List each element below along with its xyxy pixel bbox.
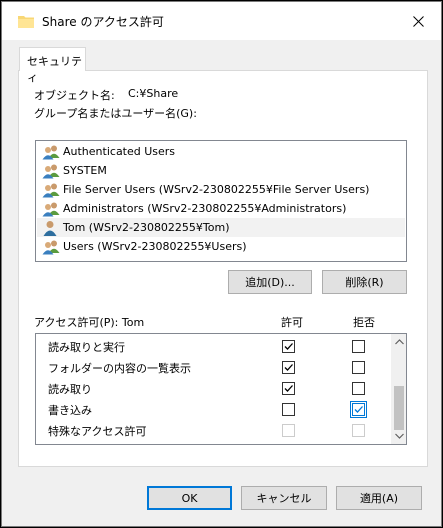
check-icon [354,406,363,413]
permission-row-special: 特殊なアクセス許可 [36,420,392,441]
allow-checkbox[interactable] [282,403,295,416]
user-icon [43,220,57,236]
title-bar: Share のアクセス許可 [2,2,441,40]
scrollbar-thumb[interactable] [394,386,404,430]
list-item-file-server-users[interactable]: File Server Users (WSrv2-230802255¥File … [37,180,405,199]
permission-name: フォルダーの内容の一覧表示 [48,362,191,375]
allow-checkbox[interactable] [282,361,295,374]
apply-button[interactable]: 適用(A) [336,486,422,510]
tab-security[interactable]: セキュリティ [19,47,86,84]
permission-name: 書き込み [48,404,92,417]
window-title: Share のアクセス許可 [42,15,164,29]
close-icon [412,15,424,27]
permission-name: 読み取りと実行 [48,341,125,354]
permission-row-read-execute: 読み取りと実行 [36,336,392,357]
user-group-icon [42,164,60,178]
permission-row-list-folder: フォルダーの内容の一覧表示 [36,357,392,378]
allow-checkbox[interactable] [282,382,295,395]
scroll-up-button[interactable] [391,334,406,350]
user-group-icon [42,183,60,197]
check-icon [284,343,293,350]
list-item-label: Authenticated Users [63,145,176,158]
deny-column-header: 拒否 [353,316,375,329]
close-button[interactable] [395,2,441,40]
chevron-up-icon [394,339,404,345]
list-item-system[interactable]: SYSTEM [37,161,405,180]
permissions-list[interactable]: 読み取りと実行 フォルダーの内容の一覧表示 読み取り 書き込み 特殊なアクセス許… [35,333,407,445]
deny-checkbox [352,424,365,437]
allow-checkbox[interactable] [282,340,295,353]
remove-button[interactable]: 削除(R) [322,270,407,294]
deny-checkbox[interactable] [352,382,365,395]
object-name-label: オブジェクト名: [34,89,115,102]
scroll-down-button[interactable] [391,428,406,444]
deny-checkbox[interactable] [352,340,365,353]
deny-checkbox[interactable] [350,401,367,418]
check-icon [284,364,293,371]
user-group-icon [42,145,60,159]
add-button[interactable]: 追加(D)... [228,270,312,294]
check-icon [284,385,293,392]
user-group-icon [42,240,60,254]
list-item-tom[interactable]: Tom (WSrv2-230802255¥Tom) [37,218,405,237]
list-item-label: Tom (WSrv2-230802255¥Tom) [63,221,230,234]
allow-checkbox [282,424,295,437]
allow-column-header: 許可 [281,316,303,329]
object-name-value: C:¥Share [128,87,179,100]
user-group-icon [42,202,60,216]
groups-label: グループ名またはユーザー名(G): [34,107,197,120]
deny-checkbox[interactable] [352,361,365,374]
permission-name: 読み取り [48,383,92,396]
list-item-administrators[interactable]: Administrators (WSrv2-230802255¥Administ… [37,199,405,218]
permissions-label: アクセス許可(P): Tom [34,316,145,329]
list-item-users[interactable]: Users (WSrv2-230802255¥Users) [37,237,405,256]
vertical-scrollbar[interactable] [391,334,406,444]
folder-icon [18,16,34,28]
chevron-down-icon [394,433,404,439]
permission-row-write: 書き込み [36,399,392,420]
permissions-dialog: Share のアクセス許可 セキュリティ オブジェクト名: C:¥Share グ… [1,1,442,527]
list-item-label: File Server Users (WSrv2-230802255¥File … [63,183,370,196]
list-item-label: Users (WSrv2-230802255¥Users) [63,240,247,253]
groups-list[interactable]: Authenticated Users SYSTEM File Server U… [35,140,407,262]
list-item-label: SYSTEM [63,164,107,177]
ok-button[interactable]: OK [147,486,232,510]
permission-name: 特殊なアクセス許可 [48,425,147,438]
list-item-authenticated-users[interactable]: Authenticated Users [37,142,405,161]
security-tab-panel: オブジェクト名: C:¥Share グループ名またはユーザー名(G): Auth… [18,70,428,467]
permission-row-read: 読み取り [36,378,392,399]
cancel-button[interactable]: キャンセル [241,486,327,510]
list-item-label: Administrators (WSrv2-230802255¥Administ… [63,202,347,215]
